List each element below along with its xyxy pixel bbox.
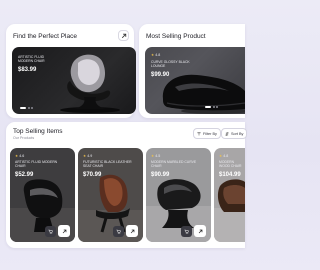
sort-icon (225, 131, 229, 136)
add-to-cart-button[interactable] (45, 226, 56, 237)
product-card[interactable]: ★4.8 MODERN WOOD CHAIR $104.99 (214, 148, 245, 242)
product-rating-value: 4.9 (87, 154, 93, 158)
most-selling-rating-value: 4.8 (155, 53, 161, 57)
product-name: MODERN WOOD CHAIR (219, 160, 242, 169)
most-selling-carousel-dots[interactable] (205, 106, 218, 108)
arrow-up-right-icon (121, 33, 126, 38)
find-place-product-name: ARTISTIC FLUID MODERN CHAIR (18, 55, 45, 64)
find-place-title: Find the Perfect Place (13, 33, 77, 40)
product-rating-value: 4.5 (155, 154, 161, 158)
cart-icon (184, 229, 189, 234)
add-to-cart-button[interactable] (113, 226, 124, 237)
product-card[interactable]: ★4.9 FUTURISTIC BLACK LEATHER SEAT CHAIR… (78, 148, 143, 242)
find-place-open-button[interactable] (118, 30, 129, 41)
most-selling-product-price: $99.90 (151, 72, 170, 78)
view-product-button[interactable] (58, 225, 70, 237)
cart-icon (116, 229, 121, 234)
most-selling-rating: ★4.8 (151, 53, 161, 57)
product-rating-value: 4.6 (19, 154, 25, 158)
product-price: $104.99 (219, 172, 241, 178)
find-place-carousel-dots[interactable] (20, 107, 33, 109)
find-place-product-price: $83.99 (18, 67, 37, 73)
view-product-button[interactable] (126, 225, 138, 237)
lounge-chair-illustration (162, 74, 245, 114)
product-card[interactable]: ★4.5 MODERN MARBLED CURVE CHAIR $90.99 (146, 148, 211, 242)
product-card[interactable]: ★4.6 ARTISTIC FLUID MODERN CHAIR $52.99 (10, 148, 75, 242)
product-price: $52.99 (15, 172, 34, 178)
arrow-up-right-icon (130, 229, 134, 233)
product-name: FUTURISTIC BLACK LEATHER SEAT CHAIR (83, 160, 132, 169)
product-rating: ★4.9 (83, 154, 93, 158)
most-selling-card: Most Selling Product ★4.8 CURVE GLOSSY B… (139, 24, 245, 118)
top-selling-subtitle: Our Products (13, 136, 35, 140)
filter-by-label: Filter By (203, 131, 217, 136)
product-price: $90.99 (151, 172, 170, 178)
find-place-product-image[interactable]: ARTISTIC FLUID MODERN CHAIR $83.99 (12, 47, 136, 114)
filter-icon (197, 132, 201, 135)
top-selling-title: Top Selling Items (13, 128, 63, 135)
cart-icon (48, 229, 53, 234)
filter-by-button[interactable]: Filter By (193, 128, 221, 139)
product-name: ARTISTIC FLUID MODERN CHAIR (15, 160, 58, 169)
arrow-up-right-icon (62, 229, 66, 233)
product-name: MODERN MARBLED CURVE CHAIR (151, 160, 197, 169)
view-product-button[interactable] (194, 225, 206, 237)
find-place-card: Find the Perfect Place ARTISTIC FLUID MO… (6, 24, 136, 118)
product-rating: ★4.6 (15, 154, 25, 158)
product-price: $70.99 (83, 172, 102, 178)
most-selling-product-name: CURVE GLOSSY BLACK LOUNGE (151, 60, 190, 69)
product-rating-value: 4.8 (223, 154, 229, 158)
sort-by-button[interactable]: Sort By (221, 128, 248, 139)
product-rating: ★4.5 (151, 154, 161, 158)
most-selling-product-image[interactable]: ★4.8 CURVE GLOSSY BLACK LOUNGE $99.90 (145, 47, 245, 114)
product-rating: ★4.8 (219, 154, 229, 158)
most-selling-title: Most Selling Product (146, 33, 206, 40)
add-to-cart-button[interactable] (181, 226, 192, 237)
sort-by-label: Sort By (231, 131, 244, 136)
arrow-up-right-icon (198, 229, 202, 233)
